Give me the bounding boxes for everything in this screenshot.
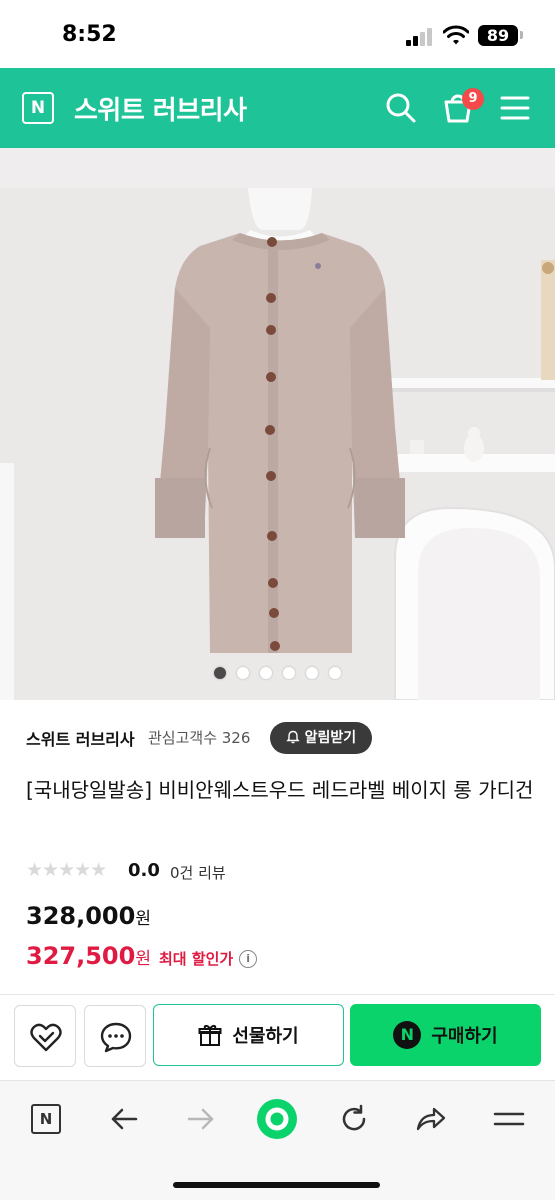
back-arrow-svg — [111, 1108, 138, 1130]
home-indicator[interactable] — [173, 1182, 380, 1188]
status-time: 8:52 — [62, 22, 117, 47]
seller-row: 스위트 러브리사 관심고객수 326 알림받기 — [26, 722, 536, 754]
forward-arrow-svg — [187, 1108, 214, 1130]
cart-count-badge: 9 — [462, 88, 484, 110]
naver-pay-icon: N — [393, 1021, 422, 1049]
seller-name[interactable]: 스위트 러브리사 — [26, 726, 135, 750]
bell-plus-icon — [286, 730, 300, 744]
chat-button[interactable] — [84, 1005, 146, 1067]
rating-value: 0.0 — [128, 860, 160, 881]
regular-price-row: 328,000원 — [26, 902, 426, 938]
forward-arrow-icon[interactable] — [181, 1099, 221, 1139]
battery-level: 89 — [478, 25, 518, 46]
menu-icon[interactable] — [497, 90, 533, 126]
naver-home-letter: N — [31, 1104, 61, 1134]
search-icon[interactable] — [383, 90, 419, 126]
share-svg — [416, 1107, 446, 1131]
menu-svg — [493, 1112, 525, 1126]
carousel-dot[interactable] — [283, 667, 295, 679]
regular-price-unit: 원 — [135, 909, 151, 929]
carousel-dot[interactable] — [214, 667, 226, 679]
rating-stars-icon: ★★★★★ — [26, 859, 107, 881]
carousel-dot[interactable] — [329, 667, 341, 679]
battery-tip — [520, 31, 523, 39]
info-icon[interactable]: i — [239, 950, 258, 968]
heart-check-icon — [30, 1023, 62, 1052]
carousel-dot[interactable] — [237, 667, 249, 679]
max-discount-label: 최대 할인가 — [158, 950, 234, 968]
regular-price: 328,000 — [26, 902, 136, 930]
sale-price: 327,500 — [26, 942, 136, 970]
sale-price-unit: 원 — [135, 949, 151, 969]
gift-label: 선물하기 — [232, 1026, 299, 1047]
chat-icon — [100, 1022, 132, 1053]
store-title[interactable]: 스위트 러브리사 — [74, 90, 247, 127]
reload-icon[interactable] — [334, 1099, 374, 1139]
carousel-indicator[interactable] — [0, 667, 555, 681]
divider — [0, 994, 555, 995]
reload-svg — [342, 1104, 366, 1131]
rating-row[interactable]: ★★★★★ 0.0 0건 리뷰 — [26, 858, 426, 884]
share-icon[interactable] — [411, 1099, 451, 1139]
status-bar: 8:52 89 — [0, 0, 555, 68]
gift-button[interactable]: 선물하기 — [153, 1004, 344, 1066]
cellular-signal-icon — [406, 28, 434, 46]
product-title: [국내당일발송] 비비안웨스트우드 레드라벨 베이지 롱 가디건 — [26, 778, 534, 802]
buy-button[interactable]: N 구매하기 — [350, 1004, 541, 1066]
buy-label: 구매하기 — [431, 1026, 498, 1047]
back-arrow-icon[interactable] — [104, 1099, 144, 1139]
cardigan-photo — [0, 148, 555, 700]
like-button[interactable] — [14, 1005, 76, 1067]
product-image[interactable] — [0, 148, 555, 700]
sale-price-row: 327,500원 최대 할인가 i — [26, 942, 426, 978]
green-dot-svg — [257, 1099, 297, 1139]
menu-icon[interactable] — [489, 1099, 529, 1139]
review-count[interactable]: 0건 리뷰 — [170, 862, 226, 883]
naver-logo-button[interactable]: N — [22, 92, 54, 124]
alarm-label: 알림받기 — [304, 730, 357, 746]
green-dot-icon[interactable] — [257, 1099, 297, 1139]
gift-icon — [198, 1025, 222, 1046]
fans-count: 관심고객수 326 — [148, 729, 251, 747]
wifi-icon — [443, 25, 469, 45]
carousel-dot[interactable] — [306, 667, 318, 679]
naver-home-icon[interactable]: N — [26, 1099, 66, 1139]
carousel-dot[interactable] — [260, 667, 272, 679]
alarm-subscribe-button[interactable]: 알림받기 — [270, 722, 372, 754]
